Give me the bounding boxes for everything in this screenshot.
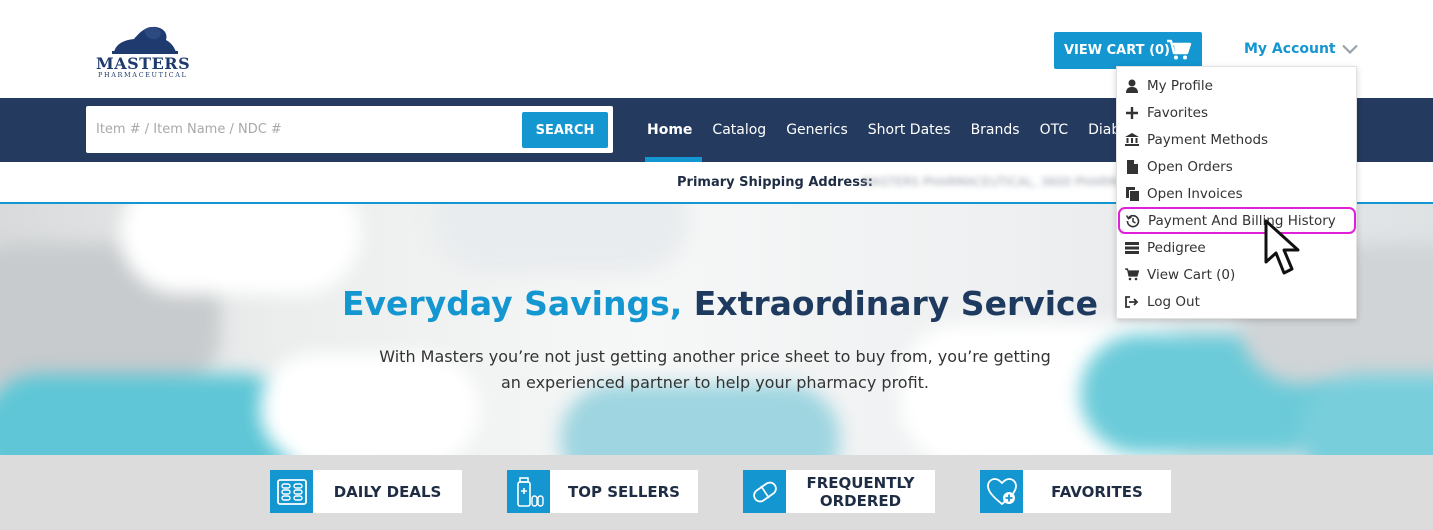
bank-icon: [1125, 133, 1139, 147]
nav-item-brands[interactable]: Brands: [961, 98, 1030, 162]
top-sellers-label: TOP SELLERS: [568, 482, 680, 501]
my-account-toggle[interactable]: My Account: [1244, 41, 1358, 57]
heart-plus-icon: [980, 470, 1023, 513]
menu-item-label: Pedigree: [1147, 239, 1206, 256]
frequently-ordered-label-line: FREQUENTLY: [806, 473, 915, 492]
nav-item-short-dates[interactable]: Short Dates: [858, 98, 961, 162]
logo-subtitle: PHARMACEUTICAL: [98, 71, 188, 79]
cart-icon: [1125, 268, 1139, 282]
menu-item-open-orders[interactable]: Open Orders: [1117, 153, 1356, 180]
menu-item-open-invoices[interactable]: Open Invoices: [1117, 180, 1356, 207]
search-box: SEARCH: [86, 106, 613, 153]
cart-icon: [1167, 39, 1192, 60]
my-account-label: My Account: [1244, 41, 1336, 57]
shipping-address-label: Primary Shipping Address:: [677, 175, 873, 190]
favorites-label: FAVORITES: [1051, 482, 1143, 501]
hero-pill-image: [120, 204, 360, 294]
view-cart-label: VIEW CART (0): [1064, 43, 1170, 58]
menu-item-payment-billing-history[interactable]: Payment And Billing History: [1118, 207, 1356, 234]
account-dropdown-menu: My Profile Favorites Payment Methods Ope…: [1116, 66, 1357, 319]
daily-deals-button[interactable]: DAILY DEALS: [270, 470, 462, 513]
capsule-icon: [743, 470, 786, 513]
menu-item-label: Open Invoices: [1147, 185, 1243, 202]
hero-description: With Masters you’re not just getting ano…: [370, 344, 1060, 396]
frequently-ordered-label: FREQUENTLY ORDERED: [786, 474, 935, 510]
favorites-button[interactable]: FAVORITES: [980, 470, 1171, 513]
menu-item-label: Payment And Billing History: [1148, 212, 1336, 229]
nav-item-generics[interactable]: Generics: [776, 98, 858, 162]
menu-item-view-cart[interactable]: View Cart (0): [1117, 261, 1356, 288]
logout-icon: [1125, 295, 1139, 309]
hero-pill-image: [430, 204, 690, 274]
server-icon: [1125, 241, 1139, 255]
masters-logo[interactable]: MASTERS PHARMACEUTICAL: [94, 22, 196, 80]
nav-item-otc[interactable]: OTC: [1030, 98, 1079, 162]
frequently-ordered-label-line: ORDERED: [819, 491, 902, 510]
search-input[interactable]: [86, 106, 516, 153]
pill-pack-icon: [270, 470, 313, 513]
documents-icon: [1125, 186, 1139, 201]
top-sellers-button[interactable]: TOP SELLERS: [507, 470, 698, 513]
document-icon: [1125, 159, 1139, 174]
frequently-ordered-button[interactable]: FREQUENTLY ORDERED: [743, 470, 935, 513]
menu-item-label: My Profile: [1147, 77, 1213, 94]
plus-icon: [1125, 106, 1139, 120]
lion-icon: [112, 26, 178, 54]
nav-item-home[interactable]: Home: [637, 98, 703, 162]
daily-deals-label: DAILY DEALS: [333, 482, 442, 501]
hero-description-line: With Masters you’re not just getting ano…: [379, 347, 1051, 366]
hero-pill-image: [0, 374, 300, 455]
menu-item-pedigree[interactable]: Pedigree: [1117, 234, 1356, 261]
menu-item-label: View Cart (0): [1147, 266, 1236, 283]
search-button[interactable]: SEARCH: [522, 112, 608, 148]
bottle-icon: [507, 470, 550, 513]
shipping-address-value: MASTERS PHARMACEUTICAL, 3600 PHARMA WAY: [862, 175, 1156, 189]
chevron-down-icon: [1341, 44, 1358, 54]
nav-item-catalog[interactable]: Catalog: [702, 98, 776, 162]
hero-title-accent: Everyday Savings,: [342, 284, 683, 323]
menu-item-label: Open Orders: [1147, 158, 1233, 175]
quick-links-bar: DAILY DEALS TOP SELLERS FREQUENTLY ORDER…: [0, 455, 1433, 530]
hero-description-line: an experienced partner to help your phar…: [500, 373, 930, 392]
history-icon: [1126, 214, 1140, 228]
hero-title-main: Extraordinary Service: [693, 284, 1098, 323]
menu-item-label: Log Out: [1147, 293, 1200, 310]
menu-item-favorites[interactable]: Favorites: [1117, 99, 1356, 126]
user-icon: [1125, 79, 1139, 93]
nav-links: Home Catalog Generics Short Dates Brands…: [637, 98, 1156, 162]
menu-item-label: Payment Methods: [1147, 131, 1269, 148]
menu-item-log-out[interactable]: Log Out: [1117, 288, 1356, 315]
page: MASTERS PHARMACEUTICAL VIEW CART (0) My …: [0, 0, 1433, 530]
menu-item-payment-methods[interactable]: Payment Methods: [1117, 126, 1356, 153]
menu-item-my-profile[interactable]: My Profile: [1117, 72, 1356, 99]
view-cart-button[interactable]: VIEW CART (0): [1054, 32, 1202, 69]
menu-item-label: Favorites: [1147, 104, 1208, 121]
